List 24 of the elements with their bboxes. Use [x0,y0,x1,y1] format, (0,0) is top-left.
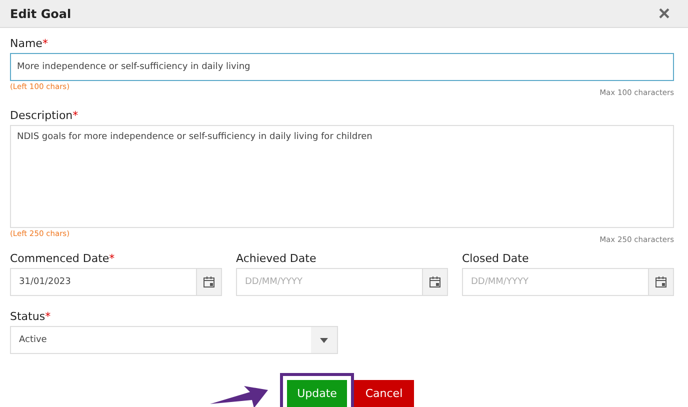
calendar-icon [429,276,441,288]
field-label: Name* [10,37,49,50]
description-field[interactable]: NDIS goals for more independence or self-sufficiency in daily living for children [10,125,674,228]
field-label: Status* [10,310,52,323]
field-label: Closed Date [462,252,530,265]
close-button[interactable]: × [658,4,670,24]
calendar-icon [203,276,215,288]
status-dropdown[interactable]: Active [10,326,338,354]
date-field[interactable]: 31/01/2023 [10,268,196,296]
pointer-arrow-icon [210,384,268,407]
calendar-icon [655,276,667,288]
date-field[interactable]: DD/MM/YYYY [462,268,648,296]
update-button[interactable]: Update [287,380,347,407]
calendar-button[interactable] [422,268,448,296]
dialog-title: Edit Goal [10,6,72,20]
calendar-button[interactable] [648,268,674,296]
field-label: Description* [10,109,80,122]
field-label: Commenced Date* [10,252,116,265]
date-field[interactable]: DD/MM/YYYY [236,268,422,296]
field-label: Achieved Date [236,252,318,265]
cancel-button[interactable]: Cancel [354,380,414,407]
calendar-button[interactable] [196,268,222,296]
name-field[interactable]: More independence or self-sufficiency in daily living [10,53,674,81]
caret-icon [320,338,328,342]
